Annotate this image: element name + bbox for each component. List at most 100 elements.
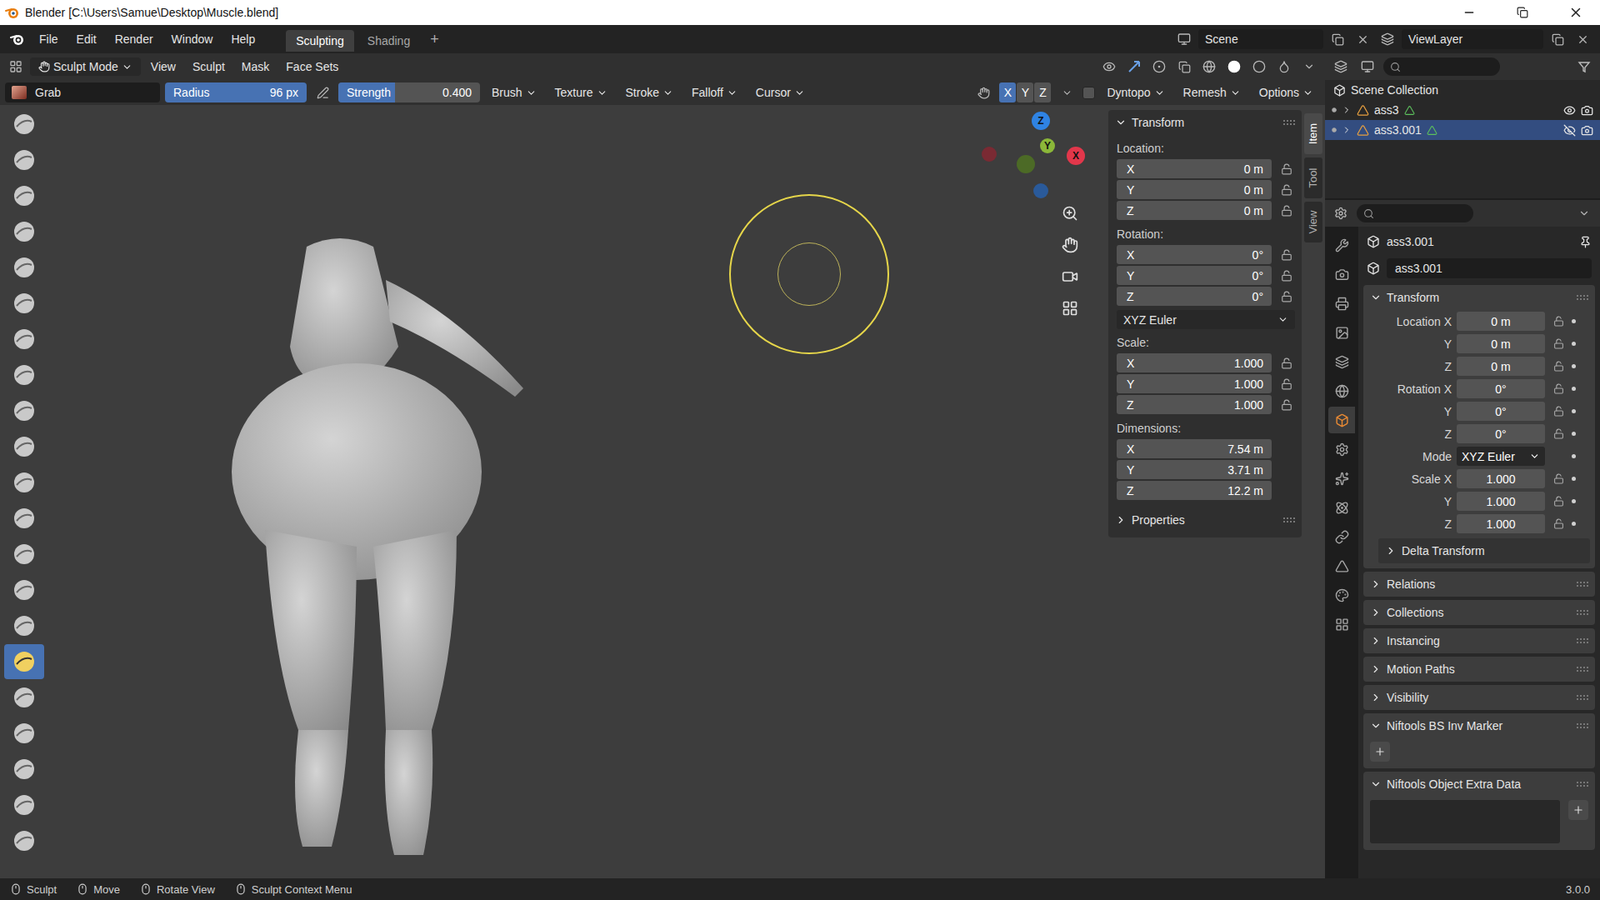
gizmo-negative-y[interactable] [1016, 155, 1035, 174]
properties-tab[interactable] [1328, 581, 1355, 609]
number-field[interactable]: X0 m [1116, 159, 1272, 179]
number-field[interactable]: Z0 m [1116, 200, 1272, 220]
number-field[interactable]: X1.000 [1116, 353, 1272, 373]
view-layer-icon[interactable] [1376, 28, 1399, 50]
tool-menu[interactable]: Options [1252, 83, 1320, 102]
number-field[interactable]: Y0 m [1116, 180, 1272, 200]
lock-icon[interactable] [1278, 375, 1295, 393]
brush-selector[interactable]: Grab [5, 82, 160, 103]
panel-header[interactable]: Transform [1363, 285, 1595, 310]
number-field[interactable]: 0° [1456, 379, 1545, 399]
toolbar-button[interactable] [4, 357, 45, 393]
toolbar-button[interactable] [4, 321, 45, 357]
pressure-icon[interactable] [311, 81, 334, 104]
toolbar-button[interactable] [4, 142, 45, 178]
lock-icon[interactable] [1550, 515, 1567, 533]
properties-tab[interactable] [1328, 260, 1355, 288]
toolbar-button[interactable] [4, 465, 45, 500]
toolbar-button[interactable] [4, 608, 45, 644]
outliner-row[interactable]: ass3 [1325, 100, 1600, 120]
number-field[interactable]: 0 m [1456, 356, 1545, 376]
tool-menu[interactable]: Falloff [685, 83, 745, 102]
symmetry-axis-button[interactable]: X [999, 82, 1016, 103]
toolbar-button[interactable] [4, 823, 45, 859]
add-button[interactable] [1568, 800, 1589, 820]
toolbar-button[interactable] [4, 178, 45, 214]
properties-tab[interactable] [1328, 377, 1355, 405]
toolbar-button[interactable] [4, 536, 45, 572]
outliner-type-icon[interactable] [1330, 55, 1352, 78]
lock-icon[interactable] [1278, 267, 1295, 285]
options-icon[interactable] [1573, 202, 1595, 225]
menu-item[interactable]: File [31, 29, 66, 50]
wireframe-shading-icon[interactable] [1198, 55, 1220, 78]
gizmo-negative-z[interactable] [1033, 183, 1049, 199]
panel-header[interactable]: Instancing [1363, 628, 1595, 654]
properties-tab[interactable] [1328, 319, 1355, 346]
pin-icon[interactable] [1579, 235, 1592, 249]
keyframe-dot[interactable] [1571, 499, 1576, 504]
scene-field[interactable]: Scene [1198, 29, 1324, 50]
toolbar-button[interactable] [4, 106, 45, 142]
rendered-shading-icon[interactable] [1273, 55, 1295, 78]
toolbar-button[interactable] [4, 250, 45, 285]
properties-tab[interactable] [1328, 290, 1355, 317]
menu-item[interactable]: Window [164, 29, 221, 50]
sidebar-tab[interactable]: View [1304, 201, 1323, 243]
number-field[interactable]: Y3.71 m [1116, 460, 1272, 480]
keyframe-dot[interactable] [1571, 476, 1576, 481]
symmetry-icon[interactable] [972, 81, 995, 104]
keyframe-dot[interactable] [1571, 521, 1576, 526]
zoom-button[interactable] [1056, 200, 1084, 227]
eye-closed-icon[interactable] [1563, 124, 1576, 137]
properties-tab[interactable] [1328, 231, 1355, 259]
material-shading-icon[interactable] [1248, 55, 1270, 78]
properties-panel-header[interactable]: Properties [1108, 507, 1302, 533]
menu-item[interactable]: Edit [69, 29, 105, 50]
gizmo-axis[interactable]: X [1066, 146, 1085, 165]
keyframe-dot[interactable] [1571, 386, 1576, 391]
toolbar-button[interactable] [4, 715, 45, 751]
lock-icon[interactable] [1550, 425, 1567, 443]
lock-icon[interactable] [1550, 358, 1567, 375]
camera-button[interactable] [1056, 263, 1084, 290]
add-button[interactable] [1370, 741, 1390, 762]
subpanel-header[interactable]: Delta Transform [1378, 538, 1590, 564]
tool-menu[interactable]: Brush [485, 83, 544, 102]
panel-header[interactable]: Niftools Object Extra Data [1363, 771, 1595, 797]
gizmo-axis[interactable]: Z [1031, 111, 1050, 130]
dropdown-field[interactable]: XYZ Euler [1456, 446, 1545, 466]
number-field[interactable]: 0 m [1456, 334, 1545, 354]
lock-icon[interactable] [1550, 403, 1567, 420]
sidebar-tab[interactable]: Item [1304, 113, 1323, 155]
panel-header[interactable]: Relations [1363, 571, 1595, 597]
blender-menu[interactable] [6, 28, 29, 50]
viewport-menu[interactable]: Mask [235, 57, 276, 76]
properties-tab[interactable] [1328, 406, 1355, 434]
pan-button[interactable] [1056, 231, 1084, 259]
panel-header[interactable]: Visibility [1363, 685, 1595, 710]
visibility-icon[interactable] [1098, 55, 1120, 78]
number-field[interactable]: Y0° [1116, 265, 1272, 285]
properties-tab[interactable] [1328, 435, 1355, 463]
number-field[interactable]: Y1.000 [1116, 374, 1272, 394]
radius-field[interactable]: Radius96 px [165, 82, 307, 103]
dyntopo-menu[interactable]: Dyntopo [1100, 83, 1171, 102]
number-field[interactable]: Z1.000 [1116, 395, 1272, 415]
restore-button[interactable] [1498, 0, 1547, 25]
view-layer-field[interactable]: ViewLayer [1401, 29, 1544, 50]
properties-search[interactable] [1356, 204, 1474, 223]
lock-icon[interactable] [1278, 160, 1295, 178]
toolbar-button[interactable] [4, 751, 45, 787]
overlay-icon[interactable] [1148, 55, 1170, 78]
shading-options-icon[interactable] [1298, 55, 1320, 78]
lock-icon[interactable] [1278, 181, 1295, 199]
add-workspace-button[interactable]: + [423, 27, 446, 52]
lock-icon[interactable] [1278, 288, 1295, 305]
properties-tab[interactable] [1328, 523, 1355, 550]
number-field[interactable]: Z12.2 m [1116, 480, 1272, 500]
menu-item[interactable]: Render [107, 29, 161, 50]
rotation-mode-dropdown[interactable]: XYZ Euler [1116, 310, 1295, 330]
tool-menu[interactable]: Stroke [619, 83, 680, 102]
toolbar-button[interactable] [4, 285, 45, 321]
